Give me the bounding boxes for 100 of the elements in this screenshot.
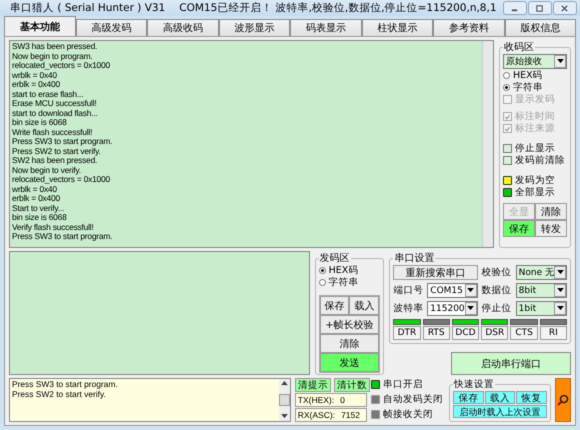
radio-label: 字符串	[328, 276, 359, 289]
log-line: wrblk = 0x40	[12, 184, 57, 194]
settings-dropdown[interactable]: 115200	[427, 301, 478, 316]
magnifier-icon	[556, 393, 570, 407]
log-line: Press SW3 to start program.	[12, 232, 114, 242]
checkbox-label: 停止显示	[515, 142, 555, 155]
radio-button[interactable]	[318, 279, 326, 286]
quick-setting-button[interactable]: 载入	[484, 391, 516, 404]
panel-button[interactable]: 清除	[535, 203, 567, 220]
field-label: 校验位	[482, 266, 512, 279]
start-port-button[interactable]: 启动串行端口	[451, 352, 571, 375]
tool-button[interactable]	[555, 378, 571, 422]
panel-button[interactable]: 保存	[503, 220, 535, 237]
receive-text-area[interactable]	[9, 40, 494, 248]
settings-dropdown[interactable]: 8bit	[516, 283, 567, 298]
radio-label: HEX码	[513, 69, 543, 82]
panel-button[interactable]: 转发	[535, 220, 567, 237]
field-label: 数据位	[482, 284, 512, 297]
hint-text-area[interactable]: Press SW3 to start program. Press SW2 to start verify.	[9, 378, 291, 422]
log-line: Erase MCU successfull!	[12, 99, 98, 108]
send-panel-button[interactable]: 清除	[320, 334, 380, 353]
settings-dropdown[interactable]: 1bit	[516, 301, 567, 316]
tab[interactable]: 版权信息	[504, 19, 576, 36]
settings-dropdown[interactable]: None 无	[516, 265, 567, 280]
signal-button[interactable]: DSR	[481, 326, 508, 340]
tab[interactable]: 高级收码	[147, 19, 218, 36]
signal-button[interactable]: RI	[540, 326, 567, 340]
checkbox-label: 标注来源	[515, 122, 555, 135]
log-line: Write flash successfull!	[12, 128, 94, 137]
receive-mode-dropdown[interactable]: 原始接收	[503, 54, 567, 69]
radio-label: 字符串	[513, 81, 543, 94]
connection-status: COM15已经开启！ 波特率,校验位,数据位,停止位=115200,n,8,1	[179, 1, 497, 15]
quick-setting-button[interactable]: 保存	[453, 391, 484, 404]
log-line: relocated_vectors = 0x1000	[12, 61, 111, 70]
tab[interactable]: 参考资料	[433, 19, 504, 36]
clear-button[interactable]: 清计数	[334, 378, 370, 392]
group-title: 快速设置	[453, 378, 496, 391]
counter-field: RX(ASC): 7152	[294, 408, 367, 422]
log-line: relocated_vectors = 0x1000	[12, 175, 111, 184]
log-line: Start to verify...	[12, 204, 66, 213]
indicator-label: 发码为空	[515, 174, 555, 187]
signal-button[interactable]: CTS	[510, 326, 538, 340]
scrollbar[interactable]	[278, 379, 290, 421]
log-line: bin size is 6068	[12, 213, 68, 222]
log-line: Press SW3 to start program.	[12, 137, 114, 146]
log-line: Verify flash successfull!	[12, 222, 95, 232]
send-panel-button[interactable]: +帧长校验	[320, 315, 380, 334]
send-panel-button[interactable]: 载入	[349, 296, 380, 315]
maximize-icon	[535, 4, 544, 12]
checkbox-label: 标注时间	[515, 110, 555, 123]
signal-button[interactable]: DCD	[452, 326, 480, 340]
tab[interactable]: 基本功能	[4, 16, 76, 36]
radio-button[interactable]	[318, 267, 326, 274]
log-line: Press SW2 to start verify.	[12, 146, 101, 156]
rescan-ports-button[interactable]: 重新搜索串口	[393, 265, 478, 280]
log-line: Now begin to program.	[12, 52, 93, 61]
checkbox[interactable]	[503, 156, 512, 165]
checkbox-label: 显示发码	[515, 93, 555, 106]
group-title: 串口设置	[393, 252, 436, 265]
field-label: 停止位	[482, 302, 512, 315]
load-last-settings-button[interactable]: 启动时载入上次设置	[453, 405, 547, 418]
tab[interactable]: 高级发码	[76, 19, 147, 36]
radio-label: HEX码	[328, 264, 358, 277]
counter-field: TX(HEX): 0	[294, 393, 367, 407]
tab[interactable]: 波形显示	[218, 19, 290, 36]
close-icon	[560, 4, 570, 12]
log-line: SW3 has been pressed.	[12, 42, 98, 52]
minimize-button[interactable]	[502, 1, 527, 15]
quick-setting-button[interactable]: 恢复	[516, 391, 548, 404]
group-title: 发码区	[318, 252, 351, 265]
signal-button[interactable]: RTS	[422, 326, 450, 340]
scroll-down-icon[interactable]	[280, 414, 288, 419]
maximize-button[interactable]	[528, 1, 552, 15]
radio-button[interactable]	[503, 72, 510, 79]
hint-line: Press SW3 to start program.	[12, 380, 119, 390]
log-line: erblk = 0x400	[12, 80, 60, 90]
scrollbar[interactable]	[482, 41, 493, 247]
tab[interactable]: 柱状显示	[362, 19, 433, 36]
send-panel-button[interactable]: 保存	[320, 296, 350, 315]
radio-button[interactable]	[503, 84, 510, 91]
status-label: 帧接收关闭	[382, 408, 433, 421]
status-label: 自动发码关闭	[382, 393, 443, 406]
log-line: start to erase flash...	[12, 90, 84, 99]
clear-button[interactable]: 清提示	[294, 378, 331, 392]
log-line: erblk = 0x400	[12, 194, 61, 204]
close-button[interactable]	[552, 1, 577, 15]
window-title: 串口猎人 ( Serial Hunter ) V31	[10, 1, 166, 15]
tab[interactable]: 码表显示	[290, 19, 362, 36]
log-line: wrblk = 0x40	[12, 70, 57, 80]
indicator-label: 全部显示	[515, 186, 555, 199]
checkbox-label: 发码前清除	[515, 154, 565, 167]
signal-button[interactable]: DTR	[393, 326, 421, 340]
group-title: 收码区	[503, 41, 535, 54]
send-panel-button[interactable]: 发送	[320, 353, 380, 372]
log-line: SW2 has been pressed.	[12, 156, 98, 166]
settings-dropdown[interactable]: COM15	[427, 283, 478, 298]
scroll-up-icon[interactable]	[280, 381, 288, 386]
field-label: 端口号	[393, 284, 424, 297]
field-label: 波特率	[393, 302, 424, 315]
checkbox[interactable]	[503, 144, 512, 153]
